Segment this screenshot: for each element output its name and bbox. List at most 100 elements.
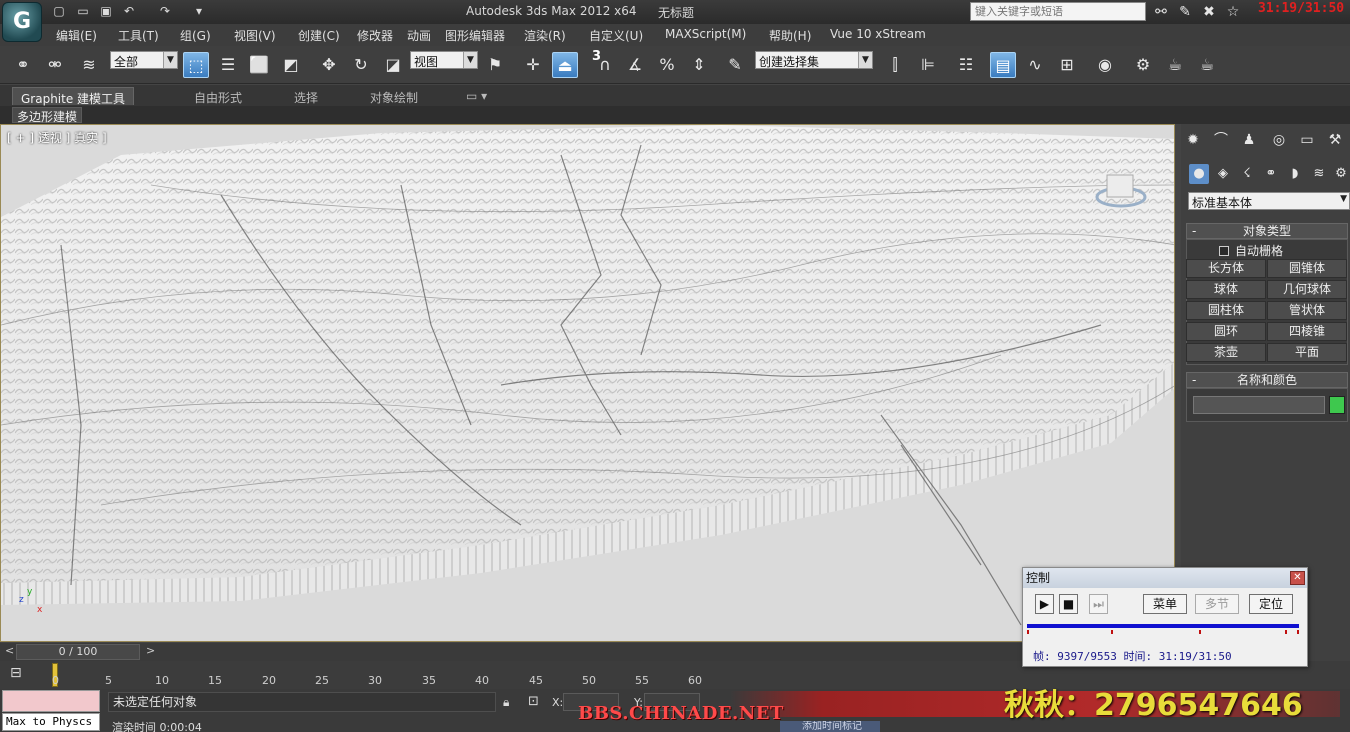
systems-icon[interactable]: ⚙ (1331, 164, 1350, 184)
favorites-icon[interactable]: ✖ (1200, 3, 1218, 21)
menu-tools[interactable]: 工具(T) (118, 27, 159, 44)
link-icon[interactable]: ⚭ (10, 52, 36, 78)
percent-snap-icon[interactable]: % (654, 52, 680, 78)
unlink-icon[interactable]: ⚮ (42, 52, 68, 78)
close-icon[interactable]: ✕ (1290, 571, 1305, 585)
cone-button[interactable]: 圆锥体 (1267, 259, 1347, 278)
tab-freeform[interactable]: 自由形式 (186, 87, 250, 105)
time-slider[interactable]: < 0 / 100 > (0, 643, 1181, 661)
taskbar-button[interactable]: 添加时间标记 (780, 721, 880, 732)
scale-icon[interactable]: ◪ (380, 52, 406, 78)
hierarchy-panel-icon[interactable]: ♟ (1239, 130, 1259, 150)
reference-coord-dropdown[interactable]: 视图 ▼ (410, 51, 478, 69)
time-slider-handle[interactable]: 0 / 100 (16, 644, 140, 660)
lights-icon[interactable]: ☇ (1237, 164, 1257, 184)
menu-vue-xstream[interactable]: Vue 10 xStream (830, 27, 926, 41)
curve-editor-icon[interactable]: ∿ (1022, 52, 1048, 78)
lock-icon[interactable]: 🔒︎ (503, 695, 509, 710)
bind-spacewarp-icon[interactable]: ≋ (76, 52, 102, 78)
menu-views[interactable]: 视图(V) (234, 27, 276, 44)
move-icon[interactable]: ✥ (316, 52, 342, 78)
pyramid-button[interactable]: 四棱锥 (1267, 322, 1347, 341)
object-name-input[interactable] (1193, 396, 1325, 414)
pivot-center-icon[interactable]: ⚑ (482, 52, 508, 78)
skip-button[interactable]: ⏭ (1089, 594, 1108, 614)
time-prev-button[interactable]: < (5, 644, 14, 657)
cylinder-button[interactable]: 圆柱体 (1186, 301, 1266, 320)
menu-group[interactable]: 组(G) (180, 27, 211, 44)
star-icon[interactable]: ☆ (1224, 3, 1242, 21)
material-editor-icon[interactable]: ◉ (1092, 52, 1118, 78)
tab-selection[interactable]: 选择 (286, 87, 326, 105)
open-file-icon[interactable]: ▭ (76, 4, 90, 18)
undo-icon[interactable]: ↶ (122, 4, 136, 18)
motion-panel-icon[interactable]: ◎ (1269, 130, 1289, 150)
selection-filter-dropdown[interactable]: 全部 ▼ (110, 51, 178, 69)
save-icon[interactable]: ▣ (99, 4, 113, 18)
keyboard-shortcut-toggle-icon[interactable]: ⏏ (552, 52, 578, 78)
menu-customize[interactable]: 自定义(U) (589, 27, 643, 44)
locate-button[interactable]: 定位 (1249, 594, 1293, 614)
schematic-view-icon[interactable]: ⊞ (1054, 52, 1080, 78)
absolute-mode-icon[interactable]: ⊡ (528, 694, 539, 709)
select-object-icon[interactable]: ⬚ (183, 52, 209, 78)
rect-selection-icon[interactable]: ⬜ (246, 52, 272, 78)
new-file-icon[interactable]: ▢ (52, 4, 66, 18)
window-crossing-icon[interactable]: ◩ (278, 52, 304, 78)
edit-named-sets-icon[interactable]: ✎ (722, 52, 748, 78)
select-by-name-icon[interactable]: ☰ (215, 52, 241, 78)
ribbon-options-icon[interactable]: ▭ ▾ (458, 87, 495, 105)
rendered-frame-icon[interactable]: ☕ (1162, 52, 1188, 78)
open-mini-curve-editor-icon[interactable]: ⊟ (10, 665, 22, 681)
object-color-swatch[interactable] (1329, 396, 1345, 414)
align-icon[interactable]: ⊫ (915, 52, 941, 78)
stop-button[interactable]: ■ (1059, 594, 1078, 614)
snap-toggle-icon[interactable]: 3 ∩ (592, 49, 618, 78)
menu-modifiers[interactable]: 修改器 (357, 27, 393, 44)
multi-section-button[interactable]: 多节 (1195, 594, 1239, 614)
binoculars-icon[interactable]: ⚯ (1152, 3, 1170, 21)
named-selection-set-dropdown[interactable]: 创建选择集 ▼ (755, 51, 873, 69)
qa-dropdown-icon[interactable]: ▾ (192, 4, 206, 18)
modify-panel-icon[interactable]: ⌒ (1211, 130, 1231, 150)
tube-button[interactable]: 管状体 (1267, 301, 1347, 320)
teapot-button[interactable]: 茶壶 (1186, 343, 1266, 362)
angle-snap-icon[interactable]: ∡ (622, 52, 648, 78)
control-window-title[interactable]: 控制 (1023, 568, 1307, 588)
display-panel-icon[interactable]: ▭ (1297, 130, 1317, 150)
geosphere-button[interactable]: 几何球体 (1267, 280, 1347, 299)
utilities-panel-icon[interactable]: ⚒ (1325, 130, 1345, 150)
select-manipulate-icon[interactable]: ✛ (520, 52, 546, 78)
maxscript-output-line[interactable]: Max to Physcs ( (2, 713, 100, 731)
menu-animation[interactable]: 动画 (407, 27, 431, 44)
box-button[interactable]: 长方体 (1186, 259, 1266, 278)
shapes-icon[interactable]: ◈ (1213, 164, 1233, 184)
app-logo-button[interactable]: G (2, 2, 42, 42)
time-next-button[interactable]: > (146, 644, 155, 657)
spinner-snap-icon[interactable]: ⇕ (686, 52, 712, 78)
geometry-icon[interactable]: ● (1189, 164, 1209, 184)
spacewarps-icon[interactable]: ≋ (1309, 164, 1329, 184)
plane-button[interactable]: 平面 (1267, 343, 1347, 362)
search-input[interactable] (970, 2, 1146, 21)
redo-icon[interactable]: ↷ (158, 4, 172, 18)
category-dropdown[interactable]: 标准基本体 ▼ (1188, 192, 1350, 210)
maxscript-listener-mini[interactable] (2, 690, 100, 712)
rotate-icon[interactable]: ↻ (348, 52, 374, 78)
layer-manager-icon[interactable]: ☷ (953, 52, 979, 78)
tab-object-paint[interactable]: 对象绘制 (362, 87, 426, 105)
viewport-label[interactable]: [ + ] 透视 ] 真实 ] (7, 129, 107, 146)
menu-edit[interactable]: 编辑(E) (56, 27, 97, 44)
menu-rendering[interactable]: 渲染(R) (524, 27, 566, 44)
menu-maxscript[interactable]: MAXScript(M) (665, 27, 746, 41)
object-type-rollout-header[interactable]: - 对象类型 (1186, 223, 1348, 239)
playback-progress-bar[interactable] (1027, 624, 1299, 628)
graphite-toggle-icon[interactable]: ▤ (990, 52, 1016, 78)
torus-button[interactable]: 圆环 (1186, 322, 1266, 341)
menu-help[interactable]: 帮助(H) (769, 27, 811, 44)
create-panel-icon[interactable]: ✹ (1183, 130, 1203, 150)
helpers-icon[interactable]: ◗ (1285, 164, 1305, 184)
communication-icon[interactable]: ✎ (1176, 3, 1194, 21)
perspective-viewport[interactable]: [ + ] 透视 ] 真实 ] y z x (0, 124, 1175, 642)
cameras-icon[interactable]: ⚭ (1261, 164, 1281, 184)
